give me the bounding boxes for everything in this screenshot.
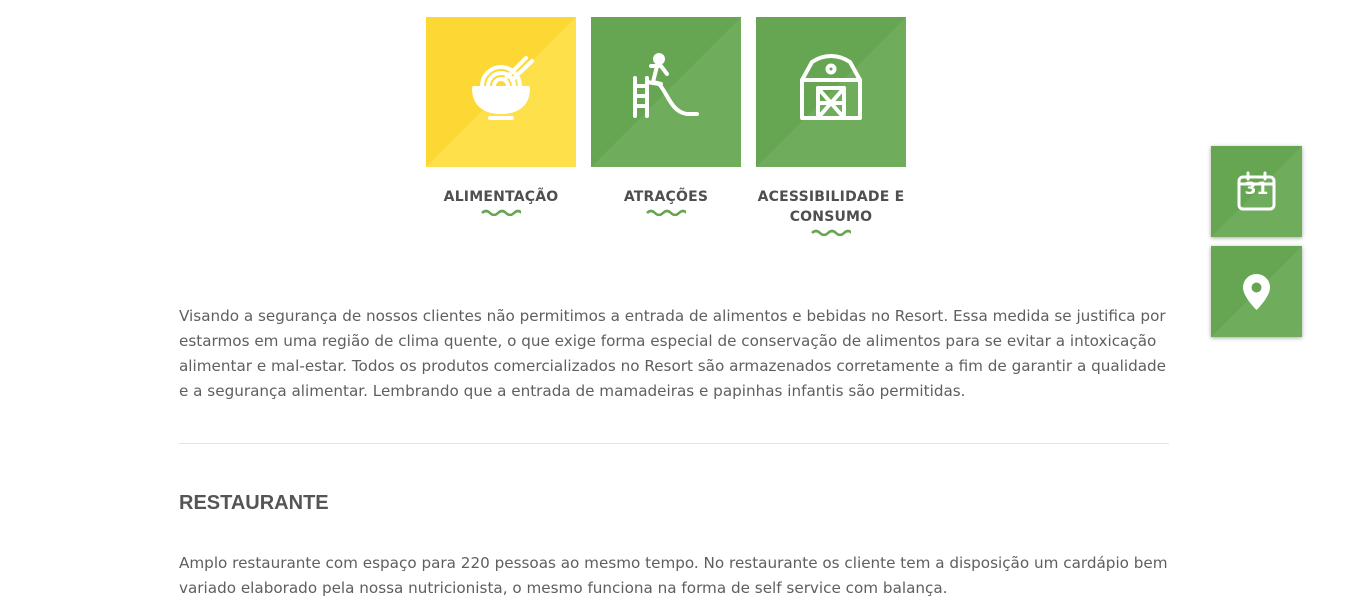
wave-underline xyxy=(811,229,851,236)
category-acessibilidade[interactable]: ACESSIBILIDADE E CONSUMO xyxy=(756,17,906,236)
tile-alimentacao-box[interactable] xyxy=(426,17,576,167)
barn-icon xyxy=(800,54,862,120)
tile-atracoes-box[interactable] xyxy=(591,17,741,167)
category-label: ALIMENTAÇÃO xyxy=(443,189,559,205)
noodle-bowl-icon xyxy=(472,56,534,120)
location-button[interactable] xyxy=(1211,246,1302,337)
intro-paragraph: Visando a segurança de nossos clientes n… xyxy=(179,307,1167,400)
playground-slide-icon xyxy=(633,53,699,118)
calendar-button[interactable]: 31 xyxy=(1211,146,1302,237)
category-alimentacao[interactable]: ALIMENTAÇÃO xyxy=(426,17,576,216)
intro-section: Visando a segurança de nossos clientes n… xyxy=(179,304,1169,404)
category-label: ACESSIBILIDADE E CONSUMO xyxy=(757,189,905,225)
restaurant-paragraph: Amplo restaurante com espaço para 220 pe… xyxy=(179,554,1168,597)
wave-underline xyxy=(481,209,521,216)
category-label: ATRAÇÕES xyxy=(623,189,709,205)
category-atracoes[interactable]: ATRAÇÕES xyxy=(591,17,741,216)
wave-underline xyxy=(646,209,686,216)
calendar-day: 31 xyxy=(1244,179,1269,199)
tile-acessibilidade-box[interactable] xyxy=(756,17,906,167)
map-pin-icon xyxy=(1243,274,1270,310)
section-divider xyxy=(179,443,1169,444)
category-tiles: ALIMENTAÇÃO ATRAÇÕES ACESSIBILIDADE E CO… xyxy=(426,17,906,247)
restaurant-title: RESTAURANTE xyxy=(179,492,329,514)
